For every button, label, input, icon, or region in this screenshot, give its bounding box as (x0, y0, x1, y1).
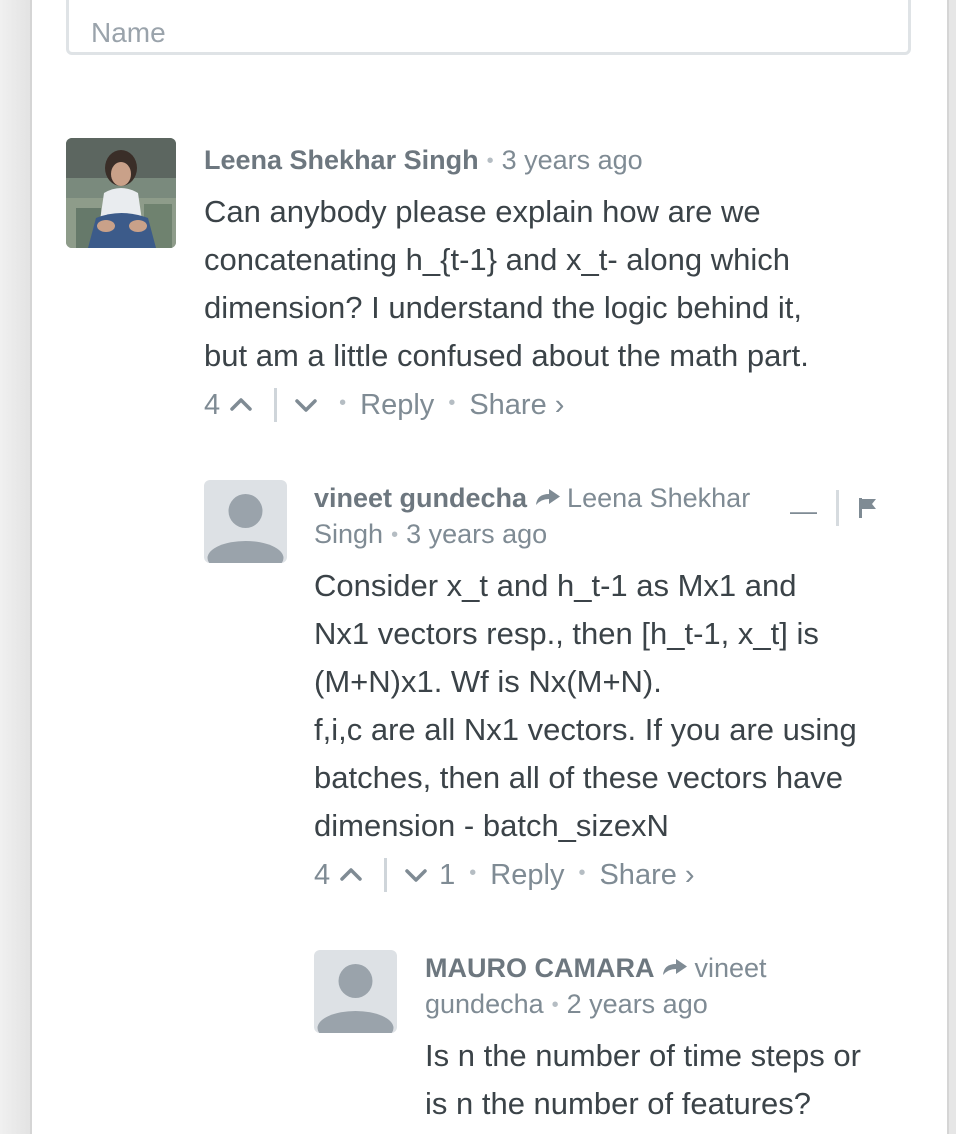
upvote-icon[interactable] (338, 862, 364, 888)
reply-to-author[interactable]: gundecha (425, 989, 544, 1019)
comment-body-line: (M+N)x1. Wf is Nx(M+N). (314, 664, 662, 699)
separator-dot: • (486, 150, 494, 172)
separator-dot: • (551, 994, 559, 1016)
name-input[interactable] (66, 0, 911, 55)
downvote-count: 1 (439, 858, 456, 891)
flag-area (836, 490, 879, 526)
comment-timestamp[interactable]: 3 years ago (406, 519, 547, 549)
flag-icon[interactable] (857, 496, 879, 520)
reply-to-author[interactable]: vineet (694, 953, 766, 983)
reply-arrow-icon (663, 958, 688, 975)
user-silhouette-icon (207, 494, 284, 563)
avatar-photo[interactable] (66, 138, 176, 248)
comment-actions: 4 • Reply • Share › (204, 388, 564, 422)
flag-divider (836, 490, 839, 526)
user-silhouette-icon (317, 964, 394, 1033)
upvote-count: 4 (314, 858, 331, 891)
separator-dot: • (578, 861, 586, 884)
downvote-icon[interactable] (403, 862, 429, 888)
avatar-default[interactable] (204, 480, 287, 563)
comment-body-line: concatenating h_{t-1} and x_t- along whi… (204, 242, 790, 277)
comment-author[interactable]: MAURO CAMARA (425, 953, 654, 983)
comment-body: Is n the number of time steps or is n th… (425, 1032, 861, 1128)
comment-body-line: Consider x_t and h_t-1 as Mx1 and (314, 568, 797, 603)
reply-to-author[interactable]: Leena Shekhar (567, 483, 750, 513)
reply-to-author[interactable]: Singh (314, 519, 383, 549)
separator-dot: • (469, 861, 477, 884)
comment-actions: 4 1 • Reply • Share › (314, 858, 695, 892)
comment-meta-line2: gundecha • 2 years ago (425, 986, 708, 1025)
separator-dot: • (391, 524, 399, 546)
reply-button[interactable]: Reply (490, 859, 564, 892)
comment-meta: vineet gundecha Leena Shekhar (314, 480, 750, 516)
separator-dot: • (339, 391, 347, 414)
upvote-icon[interactable] (228, 392, 254, 418)
comment-meta: Leena Shekhar Singh • 3 years ago (204, 142, 643, 181)
comment-author[interactable]: Leena Shekhar Singh (204, 145, 479, 175)
separator-dot: • (448, 391, 456, 414)
collapse-button[interactable]: — (790, 496, 817, 527)
comment-body-line: is n the number of features? (425, 1086, 812, 1121)
comment-body-line: batches, then all of these vectors have (314, 760, 844, 795)
comment-body-line: Nx1 vectors resp., then [h_t-1, x_t] is (314, 616, 819, 651)
upvote-count: 4 (204, 388, 221, 421)
comment-body-line: dimension? I understand the logic behind… (204, 290, 803, 325)
comment-meta-line2: Singh • 3 years ago (314, 516, 547, 555)
avatar-default[interactable] (314, 950, 397, 1033)
right-frame-border (947, 0, 956, 1134)
downvote-icon[interactable] (293, 392, 319, 418)
reply-button[interactable]: Reply (360, 389, 434, 422)
share-button[interactable]: Share › (469, 389, 564, 422)
comment-timestamp[interactable]: 2 years ago (567, 989, 708, 1019)
vote-divider (384, 858, 388, 892)
reply-arrow-icon (536, 488, 561, 505)
vote-divider (274, 388, 278, 422)
comment-body-line: f,i,c are all Nx1 vectors. If you are us… (314, 712, 857, 747)
comment-body-line: but am a little confused about the math … (204, 338, 809, 373)
share-button[interactable]: Share › (599, 859, 694, 892)
comment-body: Consider x_t and h_t-1 as Mx1 and Nx1 ve… (314, 562, 857, 850)
comment-timestamp[interactable]: 3 years ago (502, 145, 643, 175)
comment-body: Can anybody please explain how are we co… (204, 188, 809, 380)
comment-meta: MAURO CAMARA vineet (425, 950, 767, 986)
comment-author[interactable]: vineet gundecha (314, 483, 527, 513)
avatar-photo-image (66, 138, 176, 248)
comment-body-line: dimension - batch_sizexN (314, 808, 669, 843)
left-frame-border (0, 0, 32, 1134)
comment-body-line: Is n the number of time steps or (425, 1038, 861, 1073)
comment-body-line: Can anybody please explain how are we (204, 194, 761, 229)
